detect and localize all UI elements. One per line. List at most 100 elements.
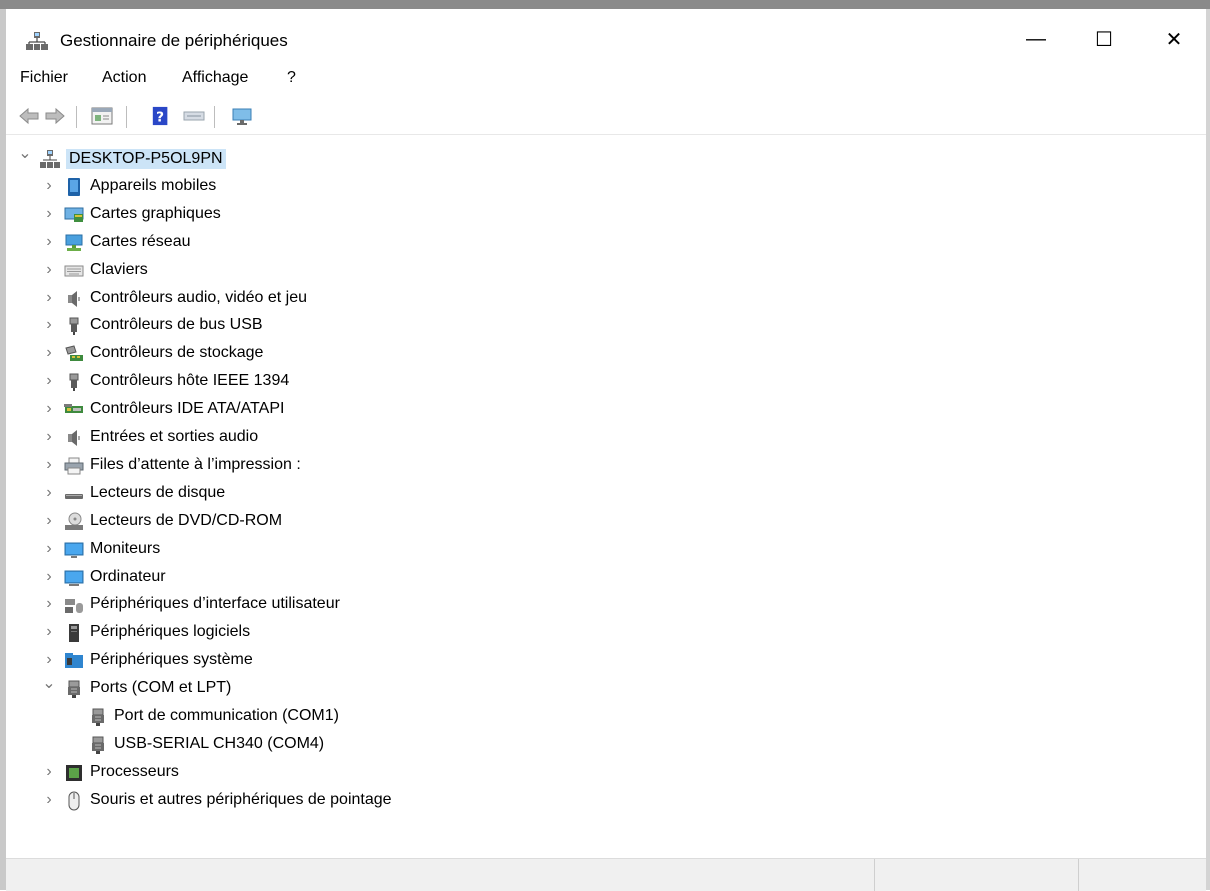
tree-category[interactable]: › Processeurs (10, 760, 1190, 786)
tree-category-label: Contrôleurs hôte IEEE 1394 (90, 372, 290, 390)
tree-device-label: Port de communication (COM1) (114, 707, 339, 724)
tree-category[interactable]: › Cartes réseau (10, 230, 1190, 256)
tree-category-label: Ports (COM et LPT) (90, 679, 232, 697)
tree-category-label: Périphériques système (90, 651, 253, 669)
tree-device[interactable]: USB-SERIAL CH340 (COM4) (10, 732, 1190, 758)
disk-drive-icon (64, 484, 84, 504)
chevron-right-icon[interactable]: › (42, 233, 56, 250)
chevron-right-icon[interactable]: › (42, 791, 56, 808)
back-arrow-icon[interactable] (18, 106, 40, 126)
chevron-right-icon[interactable]: › (42, 261, 56, 278)
tree-category[interactable]: › Moniteurs (10, 537, 1190, 563)
tree-category-label: Contrôleurs IDE ATA/ATAPI (90, 400, 285, 418)
tree-root-label: DESKTOP-P5OL9PN (66, 149, 226, 169)
tree-category[interactable]: › Périphériques logiciels (10, 620, 1190, 646)
tree-category[interactable]: › Lecteurs de DVD/CD-ROM (10, 509, 1190, 535)
hid-icon (64, 595, 84, 615)
chevron-down-icon[interactable]: ⌄ (42, 675, 56, 692)
chevron-right-icon[interactable]: › (42, 651, 56, 668)
printer-icon (64, 456, 84, 476)
tree-category-label: Files d’attente à l’impression : (90, 455, 301, 473)
menu-action[interactable]: Action (102, 69, 146, 87)
tree-root[interactable]: ⌄ DESKTOP-P5OL9PN (10, 145, 1190, 172)
mouse-icon (64, 791, 84, 811)
tree-category[interactable]: › Appareils mobiles (10, 174, 1190, 200)
menu-affichage[interactable]: Affichage (182, 69, 248, 87)
tree-category[interactable]: › Périphériques d’interface utilisateur (10, 592, 1190, 618)
menu-fichier[interactable]: Fichier (20, 69, 68, 87)
status-bar (6, 858, 1206, 891)
network-adapter-icon (64, 233, 84, 253)
tree-category-label: Cartes réseau (90, 232, 191, 250)
port-icon (88, 735, 108, 755)
update-driver-icon[interactable] (182, 106, 206, 126)
tree-category-label: Contrôleurs audio, vidéo et jeu (90, 288, 308, 306)
tree-category[interactable]: › Contrôleurs de stockage (10, 341, 1190, 367)
tree-category[interactable]: ⌄ Ports (COM et LPT) (10, 675, 1190, 702)
tree-device-label: USB-SERIAL CH340 (COM4) (114, 734, 325, 752)
title-bar[interactable]: Gestionnaire de périphériques — ☐ ✕ (6, 9, 1206, 67)
tree-category-label: Lecteurs de DVD/CD-ROM (90, 511, 283, 529)
close-button[interactable]: ✕ (1144, 19, 1204, 59)
chevron-right-icon[interactable]: › (42, 484, 56, 501)
tree-category-label: Périphériques logiciels (90, 623, 251, 641)
chevron-right-icon[interactable]: › (42, 623, 56, 640)
chevron-right-icon[interactable]: › (42, 344, 56, 361)
chevron-right-icon[interactable]: › (42, 595, 56, 612)
chevron-right-icon[interactable]: › (42, 512, 56, 529)
processor-icon (64, 763, 84, 783)
tree-category[interactable]: › Ordinateur (10, 565, 1190, 591)
usb-icon (64, 316, 84, 336)
tree-category[interactable]: › Souris et autres périphériques de point… (10, 788, 1190, 814)
tree-category[interactable]: › Files d’attente à l’impression : (10, 453, 1190, 479)
firewire-icon (64, 372, 84, 392)
tree-category[interactable]: › Claviers (10, 258, 1190, 284)
toolbar-separator (126, 106, 127, 128)
tree-category[interactable]: › Contrôleurs IDE ATA/ATAPI (10, 397, 1190, 423)
chevron-right-icon[interactable]: › (42, 763, 56, 780)
tree-category[interactable]: › Contrôleurs audio, vidéo et jeu (10, 286, 1190, 312)
chevron-right-icon[interactable]: › (42, 372, 56, 389)
chevron-right-icon[interactable]: › (42, 205, 56, 222)
tree-category[interactable]: › Périphériques système (10, 648, 1190, 674)
display-adapter-icon (64, 205, 84, 225)
maximize-button[interactable]: ☐ (1074, 19, 1134, 59)
device-tree[interactable]: ⌄ DESKTOP-P5OL9PN › Appareils mobiles › Carte… (10, 138, 1206, 856)
help-icon[interactable]: ? (150, 106, 172, 126)
speaker-icon (64, 289, 84, 309)
minimize-button[interactable]: — (1006, 19, 1066, 59)
chevron-right-icon[interactable]: › (42, 568, 56, 585)
computer-icon (64, 568, 84, 588)
close-icon: ✕ (1165, 28, 1183, 51)
minimize-icon: — (1026, 27, 1046, 50)
chevron-right-icon[interactable]: › (42, 456, 56, 473)
chevron-right-icon[interactable]: › (42, 177, 56, 194)
scan-hardware-icon[interactable] (230, 106, 254, 126)
chevron-right-icon[interactable]: › (42, 289, 56, 306)
tree-device[interactable]: Port de communication (COM1) (10, 704, 1190, 730)
svg-text:?: ? (156, 109, 164, 125)
tree-category[interactable]: › Lecteurs de disque (10, 481, 1190, 507)
window-top-border (0, 0, 1210, 9)
chevron-right-icon[interactable]: › (42, 316, 56, 333)
tree-category-label: Appareils mobiles (90, 176, 217, 194)
properties-icon[interactable] (90, 106, 114, 126)
toolbar-separator (76, 106, 77, 128)
tree-category[interactable]: › Cartes graphiques (10, 202, 1190, 228)
tree-category[interactable]: › Contrôleurs hôte IEEE 1394 (10, 369, 1190, 395)
chevron-down-icon[interactable]: ⌄ (18, 145, 32, 162)
ide-controller-icon (64, 400, 84, 420)
tree-category-label: Cartes graphiques (90, 204, 221, 222)
chevron-right-icon[interactable]: › (42, 428, 56, 445)
toolbar-separator (214, 106, 215, 128)
port-icon (88, 707, 108, 727)
maximize-icon: ☐ (1095, 28, 1113, 51)
tree-category[interactable]: › Contrôleurs de bus USB (10, 313, 1190, 339)
forward-arrow-icon[interactable] (44, 106, 66, 126)
tree-category[interactable]: › Entrées et sorties audio (10, 425, 1190, 451)
status-pane (874, 859, 1079, 891)
menu-help[interactable]: ? (287, 69, 296, 87)
device-manager-icon (26, 32, 48, 50)
chevron-right-icon[interactable]: › (42, 540, 56, 557)
chevron-right-icon[interactable]: › (42, 400, 56, 417)
